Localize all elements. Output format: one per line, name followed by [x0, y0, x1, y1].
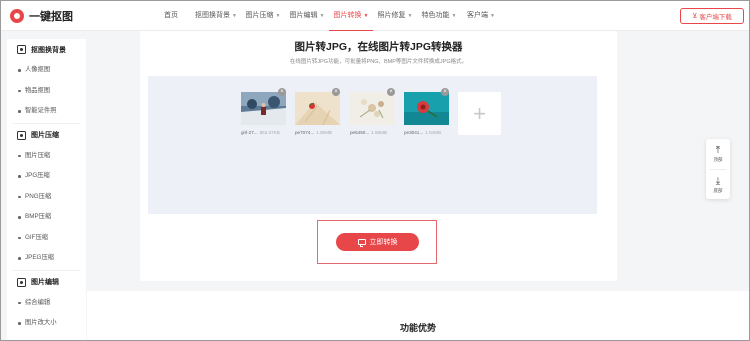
- file-meta: pe7074... 1.05MB: [295, 130, 340, 135]
- nav-item[interactable]: 图片压缩 ▼: [241, 1, 285, 31]
- thumbnail-image: [295, 92, 340, 125]
- image-icon: [17, 277, 26, 287]
- thumbnail-image: [404, 92, 449, 125]
- sidebar-divider: [13, 122, 80, 124]
- sidebar: 抠图换背景 人像抠图 物品抠图 智能证件照 图片压缩 图片压缩 JPG压缩 PNG压缩 BMP压…: [7, 39, 86, 340]
- client-download-label: 客户端下载: [699, 14, 732, 21]
- upload-area[interactable]: × girl-27... 853.37KB × pe7074... 1.05MB…: [148, 76, 597, 214]
- chevron-down-icon: ▼: [363, 13, 369, 19]
- remove-file-icon[interactable]: ×: [387, 88, 395, 96]
- scroll-top-button[interactable]: ⤒ 顶部: [706, 139, 730, 169]
- sidebar-item[interactable]: 图片改大小: [7, 313, 86, 334]
- arrow-down-icon: ⤓: [715, 175, 721, 187]
- nav-item[interactable]: 特色功能 ▼: [417, 1, 461, 31]
- chevron-down-icon: ▼: [490, 13, 495, 19]
- file-size: 1.58MB: [371, 130, 388, 135]
- features-section: 功能优势: [87, 291, 749, 340]
- chevron-down-icon: ▼: [451, 13, 457, 19]
- scroll-bottom-label: 底部: [713, 187, 723, 193]
- nav-item-label: 首页: [164, 12, 178, 19]
- logo-text: 一键抠图: [29, 11, 73, 23]
- logo[interactable]: 一键抠图: [10, 8, 73, 24]
- sidebar-divider: [13, 269, 80, 271]
- sidebar-item[interactable]: GIF压缩: [7, 228, 86, 249]
- file-size: 853.37KB: [259, 130, 280, 135]
- thumbnail-image: [350, 92, 395, 125]
- file-name: pe3041...: [404, 130, 424, 135]
- file-meta: pe5450... 1.58MB: [350, 130, 395, 135]
- convert-now-label: 立即转换: [369, 239, 398, 246]
- nav-item[interactable]: 照片修复 ▼: [373, 1, 417, 31]
- thumbnail-image: [241, 92, 286, 125]
- sidebar-item[interactable]: 图片压缩: [7, 146, 86, 167]
- image-icon: [17, 130, 26, 140]
- sidebar-section-title: 图片编辑: [7, 272, 86, 293]
- logo-icon: [10, 9, 24, 23]
- nav-item[interactable]: 图片转换 ▼: [329, 1, 373, 31]
- nav-item-label: 图片编辑: [289, 12, 318, 19]
- chevron-down-icon: ▼: [407, 13, 413, 19]
- nav-item-label: 图片转换: [333, 12, 362, 19]
- file-size: 1.05MB: [316, 130, 333, 135]
- nav-item[interactable]: 抠图换背景 ▼: [191, 1, 241, 31]
- remove-file-icon[interactable]: ×: [278, 88, 286, 96]
- sidebar-item[interactable]: PNG压缩: [7, 187, 86, 208]
- sidebar-item[interactable]: JPG压缩: [7, 166, 86, 187]
- chevron-down-icon: ▼: [319, 13, 325, 19]
- nav-item[interactable]: 首页: [151, 1, 191, 31]
- remove-file-icon[interactable]: ×: [332, 88, 340, 96]
- file-name: pe5450...: [350, 130, 370, 135]
- sidebar-section-label: 图片压缩: [31, 132, 59, 139]
- file-name: pe7074...: [295, 130, 315, 135]
- browser-frame: 一键抠图 首页 抠图换背景 ▼ 图片压缩 ▼ 图片编辑 ▼ 图片转换 ▼ 照片修复 ▼ 特色功能 ▼ 客户…: [0, 0, 750, 341]
- sidebar-item[interactable]: JPEG压缩: [7, 248, 86, 269]
- nav-item[interactable]: 图片编辑 ▼: [285, 1, 329, 31]
- file-thumb[interactable]: × pe3041... 1.04MB: [404, 88, 449, 135]
- file-size: 1.04MB: [425, 130, 442, 135]
- remove-file-icon[interactable]: ×: [441, 88, 449, 96]
- page-title: 图片转JPG，在线图片转JPG转换器: [294, 41, 463, 53]
- sidebar-section-title: 抠图换背景: [7, 39, 86, 60]
- scroll-widget: ⤒ 顶部 ⤓ 底部: [706, 139, 730, 199]
- features-title: 功能优势: [399, 323, 436, 333]
- top-header: 一键抠图 首页 抠图换背景 ▼ 图片压缩 ▼ 图片编辑 ▼ 图片转换 ▼ 照片修复 ▼ 特色功能 ▼ 客户…: [1, 1, 749, 31]
- sidebar-item[interactable]: BMP压缩: [7, 207, 86, 228]
- page-subtitle: 在线图片转JPG功能，可批量将PNG、BMP等图片文件转换成JPG格式。: [289, 59, 468, 65]
- scroll-top-label: 顶部: [713, 156, 723, 162]
- file-thumb[interactable]: × pe5450... 1.58MB: [350, 88, 395, 135]
- sidebar-item[interactable]: 物品抠图: [7, 81, 86, 102]
- sidebar-item[interactable]: 智能证件照: [7, 101, 86, 122]
- sidebar-section-label: 图片编辑: [31, 279, 59, 286]
- nav-item[interactable]: 客户端 ▼: [461, 1, 501, 31]
- convert-now-button[interactable]: 立即转换: [336, 233, 419, 251]
- arrow-up-icon: ⤒: [715, 144, 721, 156]
- nav-item-label: 客户端: [467, 12, 489, 19]
- nav-item-label: 抠图换背景: [195, 12, 231, 19]
- nav-item-label: 照片修复: [377, 12, 406, 19]
- image-icon: [17, 45, 26, 54]
- chevron-down-icon: ▼: [275, 13, 281, 19]
- main-nav: 首页 抠图换背景 ▼ 图片压缩 ▼ 图片编辑 ▼ 图片转换 ▼ 照片修复 ▼ 特色功能 ▼ 客户端 ▼: [151, 1, 501, 31]
- scroll-bottom-button[interactable]: ⤓ 底部: [706, 170, 730, 200]
- client-download-button[interactable]: ⊻ 客户端下载: [680, 8, 744, 24]
- file-thumb[interactable]: × pe7074... 1.05MB: [295, 88, 340, 135]
- sidebar-item[interactable]: 人像抠图: [7, 60, 86, 81]
- file-meta: girl-27... 853.37KB: [241, 130, 286, 135]
- file-thumb[interactable]: × girl-27... 853.37KB: [241, 88, 286, 135]
- message-icon: [357, 239, 366, 247]
- file-name: girl-27...: [241, 130, 258, 135]
- sidebar-item[interactable]: 综合编辑: [7, 293, 86, 314]
- file-meta: pe3041... 1.04MB: [404, 130, 449, 135]
- add-file-button[interactable]: +: [458, 92, 501, 135]
- chevron-down-icon: ▼: [232, 13, 237, 19]
- sidebar-section-label: 抠图换背景: [31, 46, 66, 54]
- download-icon: ⊻: [692, 13, 698, 20]
- nav-item-label: 图片压缩: [245, 12, 274, 19]
- convert-highlight-box: 立即转换: [317, 220, 437, 264]
- nav-item-label: 特色功能: [421, 12, 450, 19]
- sidebar-section-title: 图片压缩: [7, 125, 86, 146]
- converter-card: 图片转JPG，在线图片转JPG转换器 在线图片转JPG功能，可批量将PNG、BM…: [140, 31, 617, 281]
